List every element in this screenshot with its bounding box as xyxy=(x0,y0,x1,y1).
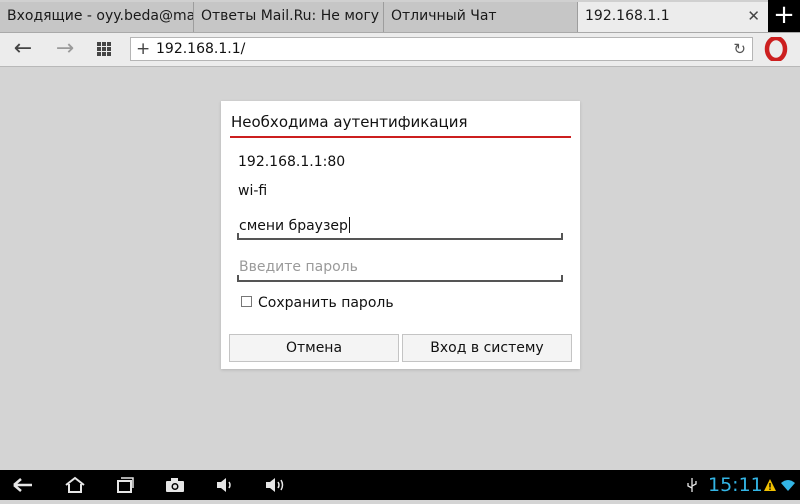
tab-title: Отличный Чат xyxy=(391,8,497,24)
dialog-host: 192.168.1.1:80 xyxy=(238,154,346,170)
back-icon[interactable]: ← xyxy=(8,33,38,66)
system-bar: 15:11 xyxy=(0,470,800,500)
tab-answers[interactable]: Ответы Mail.Ru: Не могу за xyxy=(194,2,384,32)
tab-router-active[interactable]: 192.168.1.1 ✕ xyxy=(578,2,768,32)
dialog-title: Необходима аутентификация xyxy=(231,113,468,131)
opera-logo[interactable] xyxy=(764,37,788,61)
save-password-row[interactable]: Сохранить пароль xyxy=(241,295,394,311)
login-button[interactable]: Вход в систему xyxy=(402,334,572,362)
usb-icon xyxy=(686,470,698,500)
forward-icon[interactable]: → xyxy=(50,33,80,66)
address-bar[interactable]: + 192.168.1.1/ ↻ xyxy=(130,37,753,61)
recent-apps-icon[interactable] xyxy=(110,470,140,500)
tab-bar: Входящие - oyy.beda@mail Ответы Mail.Ru:… xyxy=(0,0,800,33)
reload-icon[interactable]: ↻ xyxy=(733,38,746,60)
username-value: смени браузер xyxy=(239,218,348,234)
camera-icon[interactable] xyxy=(160,470,190,500)
back-icon[interactable] xyxy=(8,470,38,500)
wifi-icon xyxy=(780,470,796,500)
auth-dialog: Необходима аутентификация 192.168.1.1:80… xyxy=(221,101,580,369)
volume-down-icon[interactable] xyxy=(210,470,240,500)
tab-inbox[interactable]: Входящие - oyy.beda@mail xyxy=(0,2,194,32)
clock[interactable]: 15:11 xyxy=(708,470,763,500)
save-password-checkbox[interactable] xyxy=(241,296,252,307)
browser-toolbar: ← → + 192.168.1.1/ ↻ xyxy=(0,33,800,67)
grid-icon[interactable] xyxy=(89,33,119,66)
volume-up-icon[interactable] xyxy=(260,470,290,500)
plus-icon[interactable]: + xyxy=(136,38,150,60)
tab-title: 192.168.1.1 xyxy=(585,8,670,24)
dialog-realm: wi-fi xyxy=(238,183,268,199)
username-input[interactable]: смени браузер xyxy=(237,214,563,240)
address-text[interactable]: 192.168.1.1/ xyxy=(156,38,245,60)
new-tab-button[interactable]: + xyxy=(768,0,800,32)
tab-title: Входящие - oyy.beda@mail xyxy=(7,8,194,24)
password-placeholder: Введите пароль xyxy=(239,259,358,275)
warning-icon xyxy=(763,470,777,500)
dialog-title-rule xyxy=(230,136,571,138)
close-tab-icon[interactable]: ✕ xyxy=(747,2,760,31)
tab-title: Ответы Mail.Ru: Не могу за xyxy=(201,8,384,24)
save-password-label: Сохранить пароль xyxy=(258,295,394,311)
password-input[interactable]: Введите пароль xyxy=(237,256,563,282)
cancel-button[interactable]: Отмена xyxy=(229,334,399,362)
home-icon[interactable] xyxy=(60,470,90,500)
text-caret xyxy=(348,217,350,233)
tab-chat[interactable]: Отличный Чат xyxy=(384,2,578,32)
